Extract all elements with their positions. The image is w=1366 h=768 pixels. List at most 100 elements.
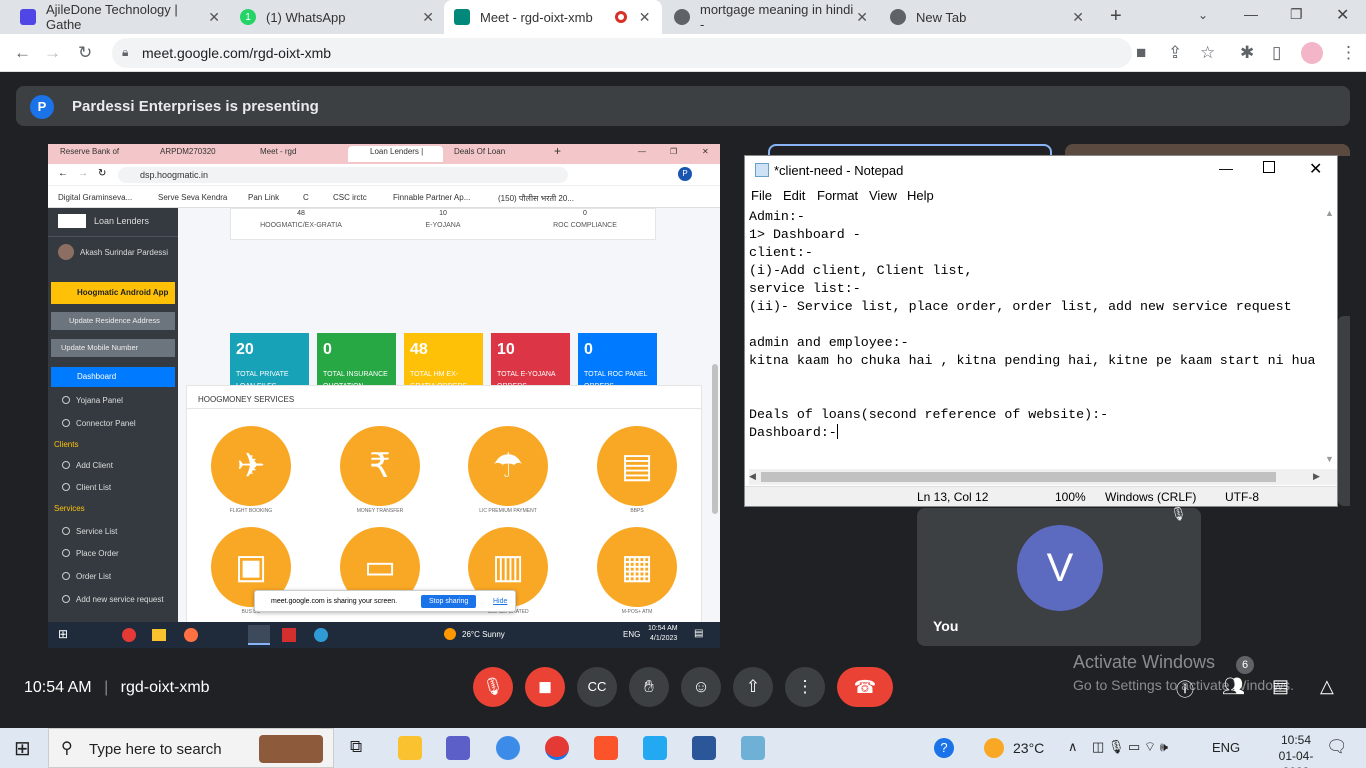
- profile-avatar[interactable]: [1301, 42, 1323, 64]
- taskbar-search[interactable]: ⚲ Type here to search: [48, 728, 334, 768]
- shared-sidebar: Loan Lenders Akash Surindar Pardessi Hoo…: [48, 208, 178, 622]
- forward-icon[interactable]: →: [44, 43, 61, 63]
- teams-icon[interactable]: [446, 736, 470, 760]
- bookmark: Serve Seva Kendra: [158, 193, 228, 202]
- weather-icon[interactable]: [984, 738, 1004, 758]
- mic-toggle-button[interactable]: 🎙︎: [473, 667, 513, 707]
- close-tab-icon[interactable]: ✕: [1072, 9, 1084, 26]
- back-icon[interactable]: ←: [14, 43, 31, 63]
- menu-file[interactable]: File: [751, 188, 772, 203]
- minimize-icon[interactable]: —: [1219, 160, 1233, 176]
- bookmark: Finnable Partner Ap...: [393, 193, 471, 202]
- captions-button[interactable]: CC: [577, 667, 617, 707]
- word-icon[interactable]: [692, 736, 716, 760]
- maximize-icon[interactable]: [1263, 161, 1275, 173]
- chrome-icon[interactable]: [545, 736, 569, 760]
- info-icon[interactable]: ⓘ: [1176, 676, 1194, 702]
- scroll-thumb[interactable]: [761, 472, 1276, 482]
- new-tab-icon[interactable]: +: [1110, 5, 1122, 28]
- chevron-up-icon[interactable]: ∧: [1068, 739, 1078, 755]
- vscode-icon[interactable]: [643, 736, 667, 760]
- menu-format[interactable]: Format: [817, 188, 858, 203]
- shared-tab: Deals Of Loan: [454, 147, 506, 156]
- shared-address-bar: ← → ↻ dsp.hoogmatic.in P: [48, 164, 720, 186]
- notification-icon[interactable]: 🗨︎: [1326, 737, 1348, 757]
- chat-icon[interactable]: ▤: [1272, 676, 1289, 697]
- shared-weather-icon: [444, 628, 456, 640]
- tab-new-tab[interactable]: New Tab ✕: [880, 0, 1094, 34]
- shared-restore-icon: ❐: [670, 147, 678, 156]
- brave-icon[interactable]: [594, 736, 618, 760]
- tab-whatsapp[interactable]: 1 (1) WhatsApp ✕: [230, 0, 444, 34]
- extensions-icon[interactable]: ✱: [1240, 43, 1254, 63]
- present-button[interactable]: ⇧: [733, 667, 773, 707]
- close-icon[interactable]: ✕: [1309, 159, 1322, 179]
- more-options-button[interactable]: ⋮: [785, 667, 825, 707]
- scroll-up-icon[interactable]: ▲: [1325, 208, 1334, 218]
- search-highlight-image: [259, 735, 323, 763]
- system-tray-icons[interactable]: ◫ 🎙︎ ▭ ⌔ 🕪︎: [1092, 739, 1168, 755]
- sidebar-section-header: Clients: [54, 440, 79, 449]
- sidebar-item: Order List: [62, 572, 111, 581]
- chevron-down-icon[interactable]: ⌄: [1198, 8, 1208, 22]
- stat-label: HOOGMATIC/EX-GRATIA: [260, 222, 342, 229]
- scroll-down-icon[interactable]: ▼: [1325, 454, 1334, 464]
- restore-icon[interactable]: ❐: [1290, 6, 1303, 23]
- emoji-button[interactable]: ☺: [681, 667, 721, 707]
- shared-tab: Meet - rgd: [260, 147, 297, 156]
- reload-icon[interactable]: ↻: [78, 43, 92, 63]
- camera-toggle-button[interactable]: ◼: [525, 667, 565, 707]
- shared-tab: Reserve Bank of: [60, 147, 120, 156]
- menu-help[interactable]: Help: [907, 188, 934, 203]
- shared-pdf-icon: [282, 628, 296, 642]
- language[interactable]: ENG: [1212, 740, 1240, 755]
- close-window-icon[interactable]: ✕: [1336, 5, 1349, 25]
- raise-hand-button[interactable]: ✋︎: [629, 667, 669, 707]
- url-input[interactable]: 🔒︎ meet.google.com/rgd-oixt-xmb: [112, 38, 1132, 68]
- copilot-icon[interactable]: [496, 736, 520, 760]
- service-label: BBPS: [630, 508, 644, 514]
- horizontal-scrollbar[interactable]: ◀ ▶: [749, 469, 1337, 485]
- menu-icon[interactable]: ⋮: [1340, 43, 1357, 63]
- shared-chrome-active-icon: [248, 625, 270, 645]
- side-panel-icon[interactable]: ▯: [1272, 43, 1281, 63]
- brand-name: Loan Lenders: [94, 216, 150, 226]
- close-tab-icon[interactable]: ✕: [856, 9, 868, 26]
- shared-bookmarks-bar: Digital Graminseva... Serve Seva Kendra …: [48, 186, 720, 208]
- notepad-taskbar-icon[interactable]: [741, 736, 765, 760]
- menu-view[interactable]: View: [869, 188, 897, 203]
- shared-scrollbar: [712, 364, 718, 514]
- menu-edit[interactable]: Edit: [783, 188, 805, 203]
- text-caret: [836, 424, 838, 439]
- globe-icon: [674, 9, 690, 25]
- file-explorer-icon[interactable]: [398, 736, 422, 760]
- tab-meet[interactable]: Meet - rgd-oixt-xmb ✕: [444, 0, 662, 34]
- update-residence-button: Update Residence Address: [51, 312, 175, 330]
- end-call-button[interactable]: ☎: [837, 667, 893, 707]
- bookmark: C: [303, 193, 309, 202]
- shared-firefox-icon: [184, 628, 198, 642]
- bookmark-star-icon[interactable]: ☆: [1200, 43, 1215, 63]
- close-tab-icon[interactable]: ✕: [208, 9, 220, 26]
- shared-profile-avatar: P: [678, 167, 692, 181]
- task-view-icon[interactable]: ⧉: [350, 737, 362, 757]
- tab-mortgage[interactable]: mortgage meaning in hindi - ✕: [664, 0, 878, 34]
- minimize-icon[interactable]: —: [1244, 6, 1258, 22]
- shared-tab-active: Loan Lenders |: [348, 146, 444, 162]
- shared-close-icon: ✕: [702, 147, 709, 156]
- people-icon[interactable]: 👥︎: [1222, 676, 1245, 697]
- notepad-text-area[interactable]: Admin:- 1> Dashboard - client:- (i)-Add …: [749, 208, 1319, 468]
- tab-ajiledone[interactable]: AjileDone Technology | Gathe ✕: [10, 0, 230, 34]
- close-tab-icon[interactable]: ✕: [639, 9, 651, 26]
- camera-blocked-icon[interactable]: ■: [1136, 43, 1146, 63]
- clock[interactable]: 10:54 01-04-2023: [1272, 732, 1320, 768]
- scroll-left-icon[interactable]: ◀: [749, 471, 756, 482]
- share-icon[interactable]: ⇪: [1168, 43, 1182, 63]
- activities-icon[interactable]: △: [1320, 676, 1334, 697]
- help-icon[interactable]: ?: [934, 738, 954, 758]
- scroll-right-icon[interactable]: ▶: [1313, 471, 1320, 482]
- circle-icon: [62, 572, 70, 580]
- weather-temp[interactable]: 23°C: [1013, 740, 1044, 756]
- close-tab-icon[interactable]: ✕: [422, 9, 434, 26]
- windows-start-icon[interactable]: ⊞: [14, 736, 31, 761]
